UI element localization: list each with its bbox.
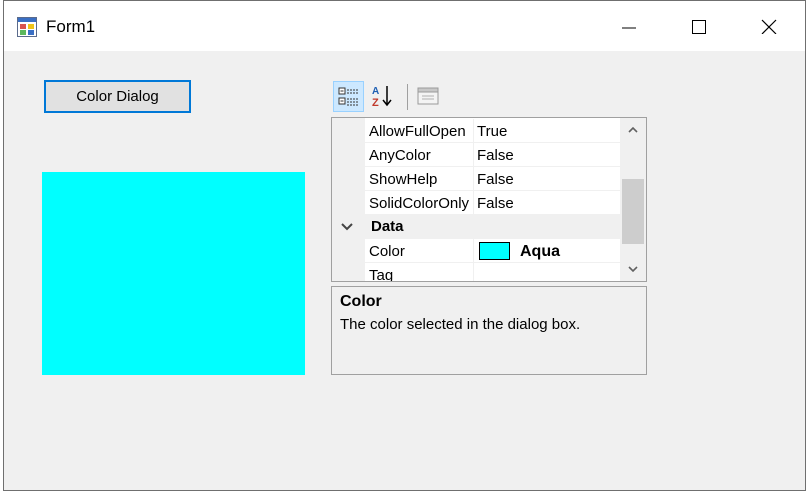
property-pages-button[interactable] <box>413 81 444 112</box>
vertical-scrollbar[interactable] <box>620 118 646 281</box>
property-value[interactable]: False <box>477 167 514 190</box>
alphabetical-button[interactable]: A Z <box>367 81 398 112</box>
column-divider <box>473 263 474 281</box>
maximize-button[interactable] <box>664 1 734 51</box>
title-bar[interactable]: Form1 <box>4 1 805 51</box>
property-name: SolidColorOnly <box>369 195 470 212</box>
chevron-down-icon[interactable] <box>340 221 354 233</box>
column-divider <box>473 239 474 262</box>
property-value[interactable]: False <box>477 191 514 214</box>
color-preview-panel <box>42 172 305 375</box>
close-button[interactable] <box>734 1 804 51</box>
form1-window: Form1 Color Dialog A Z AllowFullOpen Tru… <box>3 0 806 491</box>
svg-text:A: A <box>372 86 379 97</box>
close-icon <box>761 19 777 34</box>
property-name: AnyColor <box>369 147 431 164</box>
property-name: AllowFullOpen <box>369 123 466 140</box>
property-name: ShowHelp <box>369 171 438 188</box>
property-value[interactable]: False <box>477 143 514 166</box>
property-row-color[interactable]: Color Aqua <box>365 239 620 263</box>
categorized-icon <box>338 87 359 106</box>
help-description: The color selected in the dialog box. <box>340 316 581 333</box>
property-row-tag[interactable]: Tag <box>365 263 620 282</box>
property-row-showhelp[interactable]: ShowHelp False <box>365 167 620 191</box>
chevron-up-icon <box>628 126 638 133</box>
property-value[interactable]: True <box>477 119 507 142</box>
property-name: Color <box>369 243 405 260</box>
property-pages-icon <box>417 87 439 105</box>
window-title: Form1 <box>46 17 96 36</box>
property-grid-toolbar: A Z <box>333 81 653 112</box>
svg-text:Z: Z <box>372 97 379 108</box>
minimize-icon <box>622 27 636 29</box>
alphabetical-icon: A Z <box>372 86 392 108</box>
property-row-allowfullopen[interactable]: AllowFullOpen True <box>365 119 620 143</box>
property-row-anycolor[interactable]: AnyColor False <box>365 143 620 167</box>
column-divider <box>473 191 474 214</box>
property-grid: AllowFullOpen True AnyColor False ShowHe… <box>331 117 647 282</box>
color-dialog-button[interactable]: Color Dialog <box>44 80 191 113</box>
form-app-icon <box>17 17 37 37</box>
property-row-solidcoloronly[interactable]: SolidColorOnly False <box>365 191 620 215</box>
categorized-button[interactable] <box>333 81 364 112</box>
property-name: Tag <box>369 267 394 282</box>
color-swatch <box>479 242 510 260</box>
help-title: Color <box>340 293 382 310</box>
scroll-up-button[interactable] <box>620 118 646 142</box>
column-divider <box>473 143 474 166</box>
property-value[interactable]: Aqua <box>520 239 560 264</box>
minimize-button[interactable] <box>594 1 664 51</box>
column-divider <box>473 167 474 190</box>
chevron-down-icon <box>628 266 638 273</box>
property-help-panel: Color The color selected in the dialog b… <box>331 286 647 375</box>
maximize-icon <box>692 20 706 34</box>
column-divider <box>473 119 474 142</box>
category-row-data[interactable]: Data <box>332 215 620 239</box>
scroll-thumb[interactable] <box>622 179 644 244</box>
property-grid-margin <box>332 118 365 281</box>
category-label: Data <box>371 218 404 235</box>
toolbar-separator <box>407 84 408 110</box>
scroll-down-button[interactable] <box>620 257 646 281</box>
